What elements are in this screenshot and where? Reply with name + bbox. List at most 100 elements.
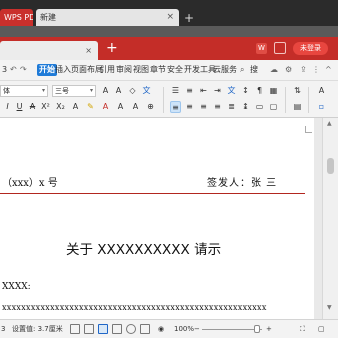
zoom-level[interactable]: 100% (174, 324, 194, 335)
italic-icon[interactable]: I (2, 101, 13, 113)
enclose-char-icon[interactable]: ⊕ (145, 101, 156, 113)
font-size-value: 三号 (55, 87, 69, 95)
scrollbar-thumb[interactable] (327, 158, 334, 174)
scroll-down-icon[interactable]: ▼ (327, 304, 332, 311)
page-number[interactable]: 3 (1, 324, 5, 335)
text-direction-icon[interactable]: ⇅ (292, 85, 303, 97)
toolbar-divider (308, 87, 309, 113)
menu-item-view[interactable]: 视图 (133, 64, 149, 76)
char-border-icon[interactable]: A (130, 101, 141, 113)
justify-icon[interactable]: ≡ (212, 101, 223, 113)
document-body-line: xxxxxxxxxxxxxxxxxxxxxxxxxxxxxxxxxxxxxxxx… (2, 303, 267, 312)
eye-protection-icon[interactable]: ◉ (158, 324, 164, 335)
highlight-icon[interactable]: ✎ (85, 101, 96, 113)
menu-item-review[interactable]: 审阅 (116, 64, 132, 76)
tab-new-label: 新建 (40, 13, 56, 22)
char-shading-icon[interactable]: A (115, 101, 126, 113)
menu-item-insert[interactable]: 插入 (55, 64, 71, 76)
search-icon[interactable]: ⌕ (240, 64, 244, 76)
align-left-icon[interactable]: ≡ (170, 101, 181, 113)
ribbon-menu-bar: 3 ↶ ↷ 开始 插入 页面布局 引用 审阅 视图 章节 安全 开发工具 云服务… (0, 60, 338, 81)
document-tab-bar: × + W 未登录 (0, 37, 338, 60)
web-view-icon[interactable] (126, 324, 136, 334)
line-spacing-icon[interactable]: ↨ (240, 101, 251, 113)
menu-item-section[interactable]: 章节 (150, 64, 166, 76)
sort-icon[interactable]: ↕ (240, 85, 251, 97)
font-color-icon[interactable]: A (100, 101, 111, 113)
zoom-slider-handle[interactable] (254, 325, 260, 333)
clear-format-icon[interactable]: ◇ (127, 85, 138, 97)
zoom-slider[interactable] (202, 329, 262, 330)
bullet-list-icon[interactable]: ☰ (170, 85, 181, 97)
styles-more-icon[interactable]: ▫ (316, 101, 327, 113)
numbered-list-icon[interactable]: ≡ (184, 85, 195, 97)
add-tab-icon[interactable]: + (184, 12, 194, 24)
vertical-scrollbar[interactable]: ▲ ▼ (322, 118, 338, 319)
show-marks-icon[interactable]: ¶ (254, 85, 265, 97)
tab-document[interactable]: × (0, 41, 98, 60)
shading-icon[interactable]: ▭ (254, 101, 265, 113)
spell-check-icon[interactable] (70, 324, 80, 334)
header-red-rule (0, 193, 305, 194)
strikethrough-icon[interactable]: A (27, 101, 38, 113)
decrease-indent-icon[interactable]: ⇤ (198, 85, 209, 97)
paragraph-settings-icon[interactable]: ▤ (292, 101, 303, 113)
menu-item-developer[interactable]: 开发工具 (184, 64, 216, 76)
borders-icon[interactable]: ▢ (268, 101, 279, 113)
underline-icon[interactable]: U (14, 101, 25, 113)
zoom-out-button[interactable]: − (194, 324, 200, 335)
add-document-icon[interactable]: + (106, 40, 118, 56)
scroll-up-icon[interactable]: ▲ (327, 120, 332, 127)
document-number: （xxx）x 号 (2, 178, 58, 189)
collapse-ribbon-icon[interactable]: ^ (325, 64, 332, 76)
settings-icon[interactable]: ⚙ (285, 64, 292, 76)
superscript-icon[interactable]: X² (40, 101, 51, 113)
grow-font-icon[interactable]: A (100, 85, 111, 97)
font-name-select[interactable]: 体 ▾ (0, 85, 48, 97)
window-tab-bar: WPS PDF 新建 × + (0, 0, 338, 26)
window-fit-icon[interactable]: ▢ (318, 324, 325, 335)
subscript-icon[interactable]: X₂ (55, 101, 66, 113)
cursor-position: 设置值: 3.7厘米 (12, 325, 63, 333)
search-label[interactable]: 搜 (250, 64, 258, 76)
menu-item-home[interactable]: 开始 (37, 64, 57, 76)
redo-icon[interactable]: ↷ (20, 64, 27, 76)
app-icon[interactable]: W (256, 43, 267, 54)
document-signer: 签发人：张 三 (207, 178, 278, 189)
close-icon[interactable]: × (166, 9, 174, 26)
reading-mode-icon[interactable] (140, 324, 150, 334)
menu-item-references[interactable]: 引用 (99, 64, 115, 76)
toolbar-divider (285, 87, 286, 113)
distribute-icon[interactable]: ≣ (226, 101, 237, 113)
doc-check-icon[interactable] (84, 324, 94, 334)
tab-new[interactable]: 新建 × (36, 9, 179, 26)
share-icon[interactable]: ⇪ (300, 64, 307, 76)
undo-icon[interactable]: ↶ (10, 64, 17, 76)
phonetic-guide-icon[interactable]: 文 (141, 85, 152, 97)
outline-view-icon[interactable] (112, 324, 122, 334)
close-icon[interactable]: × (85, 41, 92, 60)
chinese-layout-icon[interactable]: 文 (226, 85, 237, 97)
more-icon[interactable]: ⋮ (312, 64, 320, 76)
align-right-icon[interactable]: ≡ (198, 101, 209, 113)
document-page[interactable]: （xxx）x 号 签发人：张 三 关于 XXXXXXXXXX 请示 XXXX: … (0, 118, 314, 319)
menu-item-cloud[interactable]: 云服务 (213, 64, 237, 76)
font-size-select[interactable]: 三号 ▾ (52, 85, 96, 97)
zoom-in-button[interactable]: + (266, 324, 272, 335)
formatting-toolbar: 体 ▾ 三号 ▾ A A ◇ 文 I U A X² X₂ A ✎ A A A ⊕… (0, 81, 338, 118)
table-icon[interactable]: ▦ (268, 85, 279, 97)
increase-indent-icon[interactable]: ⇥ (212, 85, 223, 97)
tab-wps-pdf[interactable]: WPS PDF (0, 9, 33, 26)
styles-icon[interactable]: A (316, 85, 327, 97)
shrink-font-icon[interactable]: A (113, 85, 124, 97)
document-canvas[interactable]: （xxx）x 号 签发人：张 三 关于 XXXXXXXXXX 请示 XXXX: … (0, 118, 322, 319)
align-center-icon[interactable]: ≡ (184, 101, 195, 113)
chevron-down-icon: ▾ (41, 87, 45, 94)
cloud-sync-icon[interactable]: ☁ (270, 64, 278, 76)
window-layout-icon[interactable] (274, 42, 286, 54)
page-view-icon[interactable] (98, 324, 108, 334)
login-button[interactable]: 未登录 (293, 42, 328, 55)
text-effect-icon[interactable]: A (70, 101, 81, 113)
menu-item-security[interactable]: 安全 (167, 64, 183, 76)
fullscreen-icon[interactable]: ⛶ (300, 324, 305, 335)
